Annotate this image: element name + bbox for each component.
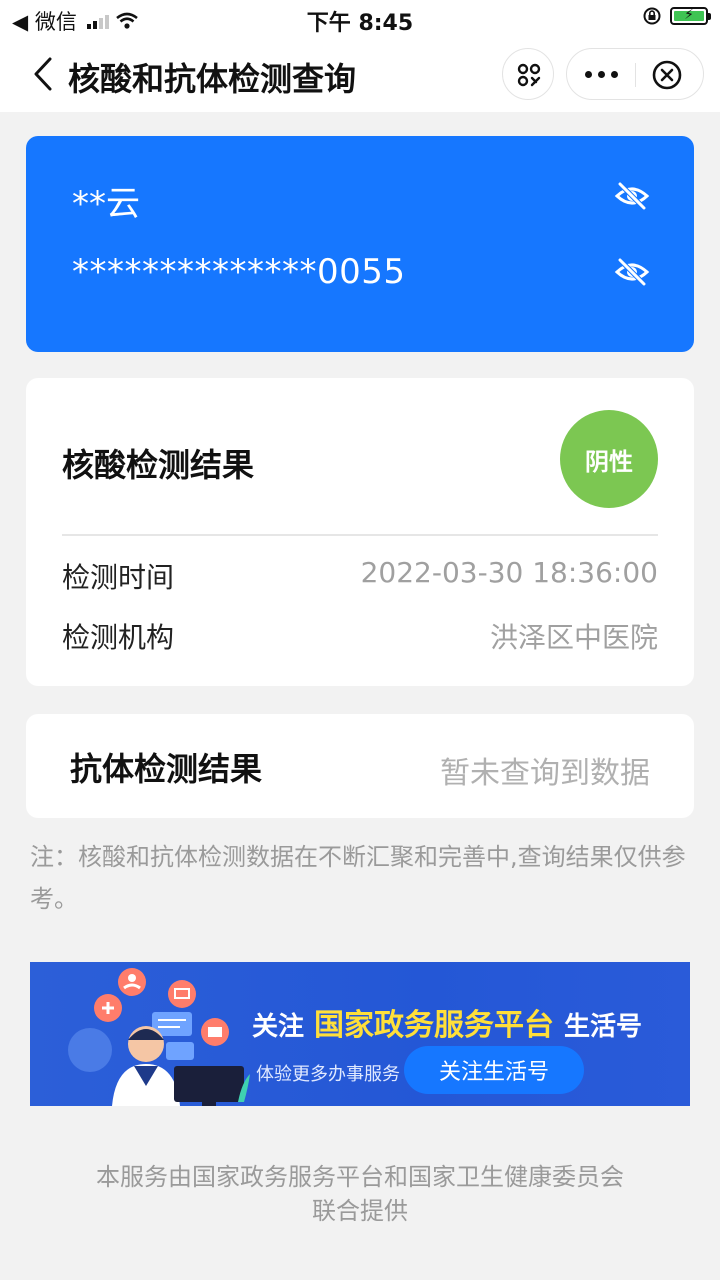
antibody-result-card: 抗体检测结果 暂未查询到数据	[26, 714, 694, 818]
orientation-lock-icon	[643, 7, 661, 25]
customer-service-illustration	[68, 968, 250, 1106]
nucleic-acid-title: 核酸检测结果	[62, 446, 255, 484]
eye-hidden-icon[interactable]	[614, 258, 650, 286]
banner-headline: 关注 国家政务服务平台 生活号	[252, 1000, 642, 1044]
status-time: 下午 8:45	[306, 11, 414, 36]
divider	[62, 534, 658, 536]
close-icon[interactable]	[651, 59, 683, 91]
eye-hidden-icon[interactable]	[614, 182, 650, 210]
test-time-value: 2022-03-30 18:36:00	[360, 556, 658, 589]
page-title: 核酸和抗体检测查询	[68, 60, 357, 98]
banner-post-text: 生活号	[564, 1012, 643, 1042]
identity-card: **云 **************0055	[26, 136, 694, 352]
status-bar: ◀ 微信 下午 8:45 ⚡	[0, 0, 720, 36]
banner-highlight-text: 国家政务服务平台	[314, 1008, 555, 1043]
nav-bar: 核酸和抗体检测查询	[0, 36, 720, 112]
status-right: ⚡	[642, 6, 711, 26]
test-time-label: 检测时间	[62, 561, 175, 594]
follow-button[interactable]: 关注生活号	[404, 1046, 584, 1094]
more-icon[interactable]	[585, 71, 618, 78]
test-institution-value: 洪泽区中医院	[489, 621, 658, 654]
banner-subtitle: 体验更多办事服务	[256, 1064, 400, 1085]
test-institution-label: 检测机构	[62, 621, 175, 654]
banner-pre-text: 关注	[252, 1012, 305, 1042]
antibody-title: 抗体检测结果	[70, 750, 263, 788]
scan-icon	[517, 63, 541, 87]
result-badge: 阴性	[560, 410, 658, 508]
masked-id-number: **************0055	[72, 252, 406, 292]
nucleic-acid-result-card: 核酸检测结果 阴性 检测时间 2022-03-30 18:36:00 检测机构 …	[26, 378, 694, 686]
masked-name: **云	[72, 184, 140, 224]
follow-banner[interactable]: 关注 国家政务服务平台 生活号 体验更多办事服务 关注生活号	[30, 962, 690, 1106]
antibody-value: 暂未查询到数据	[440, 756, 650, 791]
footer-line-1: 本服务由国家政务服务平台和国家卫生健康委员会	[96, 1163, 624, 1191]
scan-button[interactable]	[502, 48, 554, 100]
footer-line-2: 联合提供	[312, 1197, 408, 1225]
disclaimer-note: 注：核酸和抗体检测数据在不断汇聚和完善中,查询结果仅供参考。	[30, 843, 686, 913]
footer: 本服务由国家政务服务平台和国家卫生健康委员会 联合提供	[40, 1160, 680, 1228]
miniprogram-capsule	[566, 48, 704, 100]
battery-icon: ⚡	[670, 7, 711, 25]
back-arrow-icon[interactable]	[30, 56, 60, 92]
